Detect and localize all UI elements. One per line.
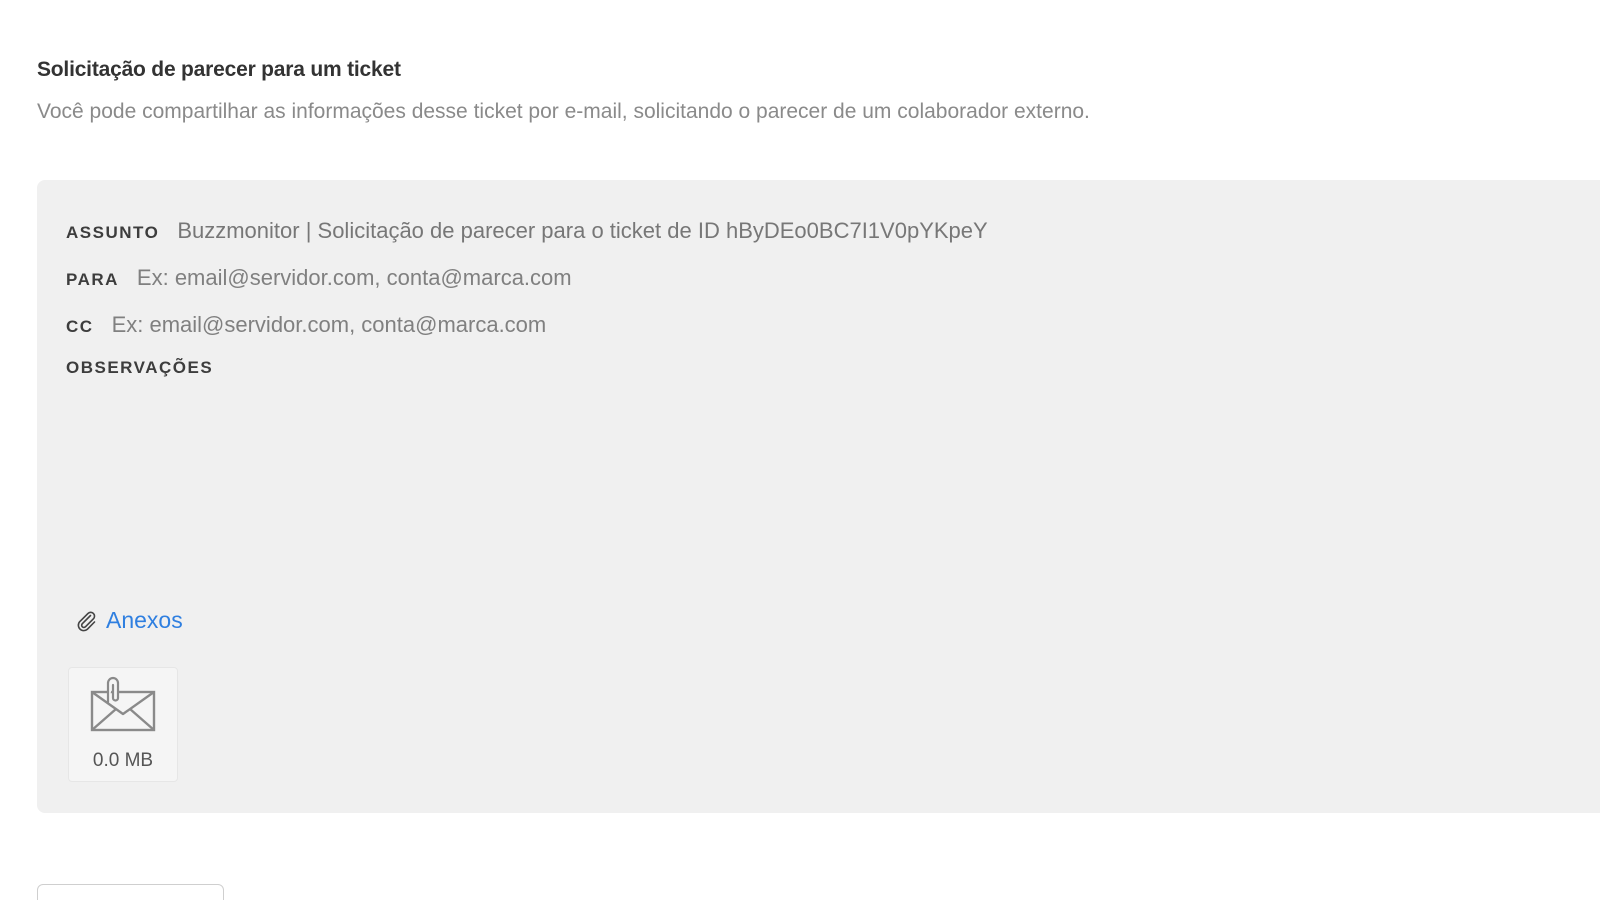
attachment-size: 0.0 MB	[92, 750, 154, 771]
cc-label: CC	[66, 317, 94, 336]
envelope-attachment-icon	[90, 676, 156, 732]
attachments-link[interactable]: Anexos	[74, 607, 183, 634]
paperclip-icon	[77, 610, 96, 631]
to-input[interactable]	[136, 265, 1037, 291]
email-form-panel: ASSUNTO Buzzmonitor | Solicitação de par…	[37, 180, 1600, 813]
subject-row: ASSUNTO Buzzmonitor | Solicitação de par…	[66, 218, 988, 244]
notes-row: OBSERVAÇÕES	[66, 358, 231, 378]
cc-row: CC	[66, 312, 1012, 338]
attachments-label[interactable]: Anexos	[106, 607, 183, 634]
share-ticket-page: Solicitação de parecer para um ticket Vo…	[0, 0, 1600, 900]
cc-input[interactable]	[111, 312, 1012, 338]
to-label: PARA	[66, 270, 119, 289]
notes-label: OBSERVAÇÕES	[66, 358, 214, 377]
attachment-file-card[interactable]: 0.0 MB	[68, 667, 178, 782]
page-title: Solicitação de parecer para um ticket	[37, 58, 401, 81]
to-row: PARA	[66, 265, 1037, 291]
page-description: Você pode compartilhar as informações de…	[37, 100, 1090, 123]
subject-label: ASSUNTO	[66, 223, 160, 242]
action-button[interactable]	[37, 884, 224, 900]
notes-textarea[interactable]	[66, 390, 1570, 574]
subject-value[interactable]: Buzzmonitor | Solicitação de parecer par…	[177, 218, 987, 244]
